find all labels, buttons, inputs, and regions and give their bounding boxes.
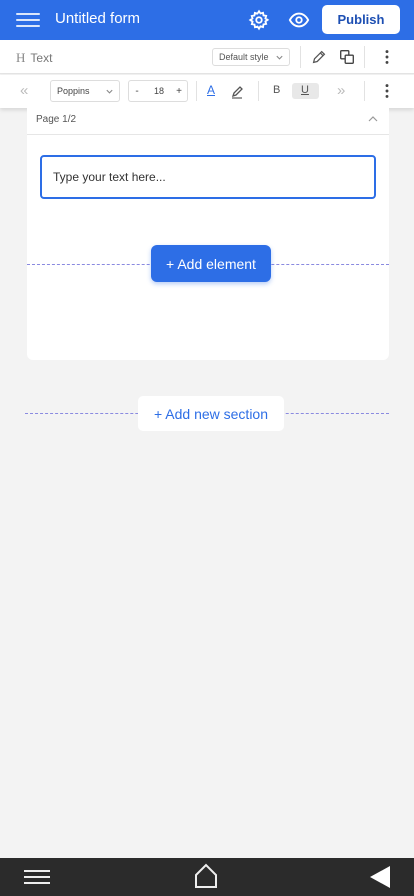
divider [364,46,365,68]
text-color-button[interactable]: A [207,83,215,97]
page-card: Page 1/2 [27,108,389,360]
chevron-up-icon[interactable] [367,114,379,124]
more-vertical-icon[interactable] [378,48,396,66]
page-header: Page 1/2 [27,108,389,135]
bold-button[interactable]: B [273,84,280,96]
element-type-indicator: H Text [16,50,52,66]
font-size-increase-button[interactable]: + [171,81,187,101]
divider [196,81,197,101]
font-size-decrease-button[interactable]: - [129,81,145,101]
divider [364,81,365,101]
duplicate-icon[interactable] [338,48,356,66]
back-icon[interactable] [370,866,390,888]
font-family-value: Poppins [57,86,90,96]
font-family-select[interactable]: Poppins [50,80,120,102]
style-select-value: Default style [219,52,269,62]
style-select[interactable]: Default style [212,48,290,66]
hamburger-menu-icon[interactable] [16,13,40,27]
divider [300,46,301,68]
font-size-stepper: - 18 + [128,80,188,102]
undo-icon[interactable]: « [20,82,28,99]
page-number-label: Page 1/2 [36,114,77,125]
add-new-section-button[interactable]: + Add new section [138,396,284,431]
edit-pencil-icon[interactable] [310,48,328,66]
menu-icon[interactable] [24,870,50,884]
text-element-input[interactable] [40,155,376,199]
system-nav-bar [0,858,414,896]
more-vertical-icon[interactable] [378,82,396,100]
add-element-button[interactable]: + Add element [151,245,271,282]
divider [258,81,259,101]
element-type-label: Text [30,51,53,65]
font-size-value[interactable]: 18 [145,81,173,101]
heading-type-icon: H [16,50,26,65]
publish-button[interactable]: Publish [322,5,400,34]
highlight-pen-icon[interactable] [230,83,246,99]
redo-icon[interactable]: » [337,82,345,99]
text-format-toolbar: « Poppins - 18 + A B U » [0,75,414,108]
element-toolbar: H Text Default style [0,40,414,74]
home-icon[interactable] [194,863,218,889]
chevron-down-icon [106,89,113,94]
form-title[interactable]: Untitled form [55,10,140,27]
preview-eye-icon[interactable] [288,9,310,31]
app-header: Untitled form Publish [0,0,414,40]
chevron-down-icon [276,55,283,60]
settings-gear-icon[interactable] [248,9,270,31]
underline-button[interactable]: U [301,84,309,96]
